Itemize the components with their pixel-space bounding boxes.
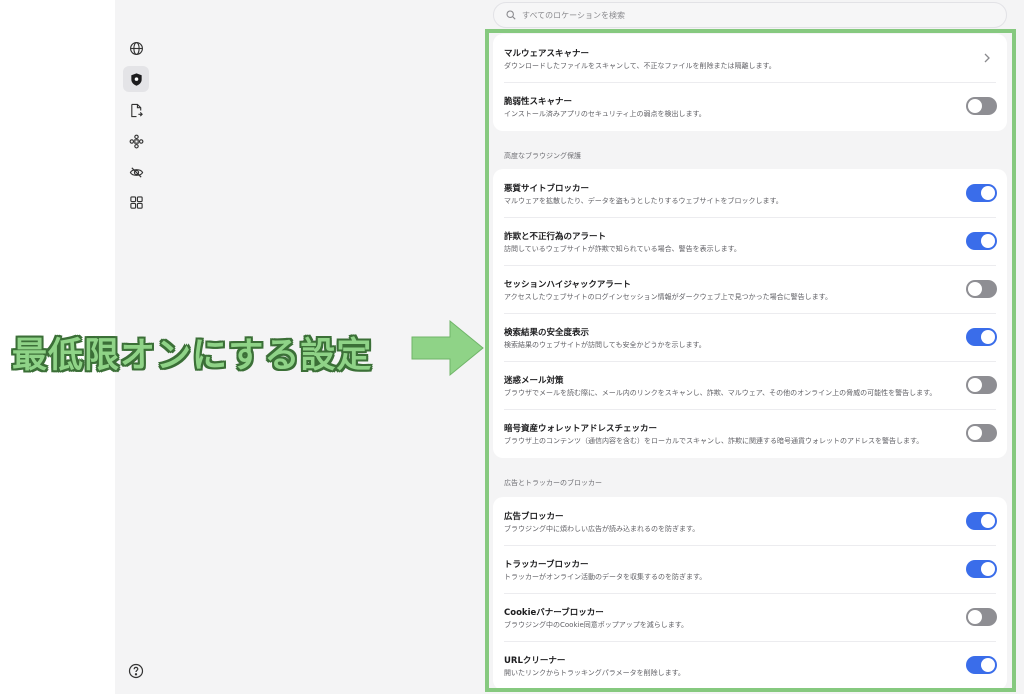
sidebar-item-apps[interactable] [123,189,149,215]
annotation-arrow-icon [411,319,484,377]
sidebar-item-extensions[interactable] [123,128,149,154]
sidebar-item-files[interactable] [123,97,149,123]
extensions-icon [129,134,143,148]
search-icon [506,10,516,20]
shield-icon [130,72,142,86]
apps-grid-icon [129,195,143,209]
sidebar-item-globe[interactable] [123,35,149,61]
annotation-label: 最低限オンにする設定 [12,336,373,376]
highlight-frame [485,29,1016,692]
globe-icon [129,41,143,55]
search-bar[interactable]: すべてのロケーションを検索 [493,2,1007,28]
file-export-icon [130,103,143,117]
sidebar-item-privacy[interactable] [123,159,149,185]
help-icon[interactable] [128,663,144,679]
privacy-eye-icon [129,166,143,178]
sidebar-item-protection[interactable] [123,66,149,92]
search-input[interactable]: すべてのロケーションを検索 [522,10,625,21]
